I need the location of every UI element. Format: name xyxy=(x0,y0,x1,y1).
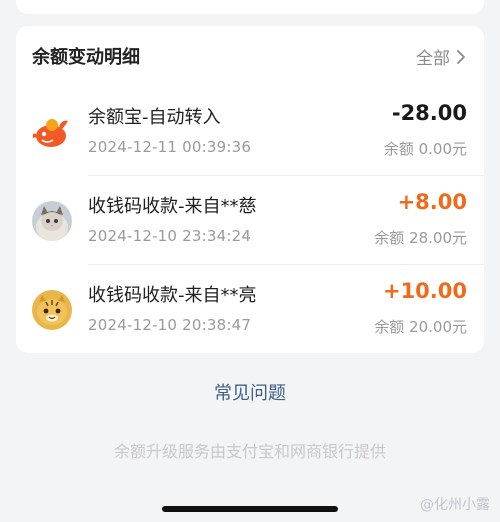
balance-change-card: 余额变动明细 全部 余额宝-自动转入 2024-12-11 00:39:36 -… xyxy=(16,26,484,353)
transaction-balance: 余额 20.00元 xyxy=(374,318,467,336)
filter-all-button[interactable]: 全部 xyxy=(416,44,466,69)
transaction-row[interactable]: 收钱码收款-来自**亮 2024-12-10 20:38:47 +10.00 余… xyxy=(16,264,484,353)
transaction-row[interactable]: 收钱码收款-来自**慈 2024-12-10 23:34:24 +8.00 余额… xyxy=(16,175,484,264)
service-provider-note: 余额升级服务由支付宝和网商银行提供 xyxy=(113,442,386,461)
yuebao-fish-icon xyxy=(32,112,72,152)
transaction-row[interactable]: 余额宝-自动转入 2024-12-11 00:39:36 -28.00 余额 0… xyxy=(16,86,484,175)
transaction-time: 2024-12-10 20:38:47 xyxy=(88,316,252,334)
chevron-right-icon xyxy=(457,49,465,64)
transaction-amount: +8.00 xyxy=(397,190,467,214)
card-header: 余额变动明细 全部 xyxy=(16,26,484,86)
filter-label: 全部 xyxy=(416,49,450,69)
transaction-balance: 余额 0.00元 xyxy=(383,140,467,158)
previous-card xyxy=(16,0,484,14)
cat-avatar xyxy=(32,201,72,241)
transaction-amount: +10.00 xyxy=(382,279,467,303)
home-indicator xyxy=(162,506,338,512)
watermark-text: @化州小露 xyxy=(420,497,490,513)
watermark: @化州小露 xyxy=(420,494,490,514)
tiger-avatar xyxy=(32,290,72,330)
transaction-name: 收钱码收款-来自**亮 xyxy=(88,285,257,306)
faq-link[interactable]: 常见问题 xyxy=(0,379,500,405)
transaction-time: 2024-12-11 00:39:36 xyxy=(88,138,252,156)
transaction-name: 余额宝-自动转入 xyxy=(88,107,221,128)
transaction-balance: 余额 28.00元 xyxy=(374,229,467,247)
card-title: 余额变动明细 xyxy=(32,47,140,68)
transaction-amount: -28.00 xyxy=(391,101,467,125)
transaction-time: 2024-12-10 23:34:24 xyxy=(88,227,252,245)
transaction-name: 收钱码收款-来自**慈 xyxy=(88,196,257,217)
